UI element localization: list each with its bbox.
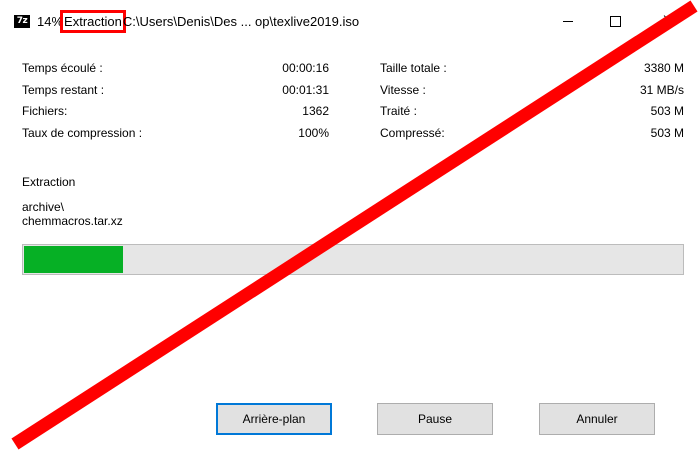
- maximize-button[interactable]: [592, 0, 638, 42]
- minimize-button[interactable]: [545, 0, 591, 42]
- files-value: 1362: [302, 104, 329, 118]
- pause-button[interactable]: Pause: [377, 403, 493, 435]
- title-path: C:\Users\Denis\Des ... op\texlive2019.is…: [122, 14, 360, 29]
- compression-ratio-value: 100%: [298, 126, 329, 140]
- title-percent: 14%: [37, 14, 64, 29]
- total-size-value: 3380 M: [643, 61, 684, 75]
- processed-value: 503 M: [650, 104, 684, 118]
- files-label: Fichiers:: [22, 104, 68, 118]
- total-size-label: Taille totale :: [380, 61, 447, 75]
- extraction-window: 7z 14%ExtractionC:\Users\Denis\Des ... o…: [0, 0, 698, 450]
- remaining-time-value: 00:01:31: [282, 83, 329, 97]
- background-button[interactable]: Arrière-plan: [216, 403, 332, 435]
- operation-label: Extraction: [22, 175, 76, 189]
- compressed-label: Compressé:: [380, 126, 445, 140]
- current-file-path: archive\: [22, 200, 65, 214]
- close-button[interactable]: [640, 0, 698, 42]
- processed-label: Traité :: [380, 104, 417, 118]
- speed-label: Vitesse :: [380, 83, 426, 97]
- elapsed-time-value: 00:00:16: [282, 61, 329, 75]
- remaining-time-label: Temps restant :: [22, 83, 105, 97]
- window-title: 14%ExtractionC:\Users\Denis\Des ... op\t…: [37, 10, 360, 33]
- title-operation-highlighted: Extraction: [60, 10, 126, 33]
- compression-ratio-label: Taux de compression :: [22, 126, 143, 140]
- progress-bar: [22, 244, 684, 275]
- speed-value: 31 MB/s: [639, 83, 684, 97]
- current-file-name: chemmacros.tar.xz: [22, 214, 123, 228]
- title-bar[interactable]: 7z 14%ExtractionC:\Users\Denis\Des ... o…: [0, 0, 698, 42]
- progress-bar-fill: [24, 246, 123, 273]
- elapsed-time-label: Temps écoulé :: [22, 61, 103, 75]
- 7zip-app-icon: 7z: [14, 15, 30, 28]
- cancel-button[interactable]: Annuler: [539, 403, 655, 435]
- compressed-value: 503 M: [650, 126, 684, 140]
